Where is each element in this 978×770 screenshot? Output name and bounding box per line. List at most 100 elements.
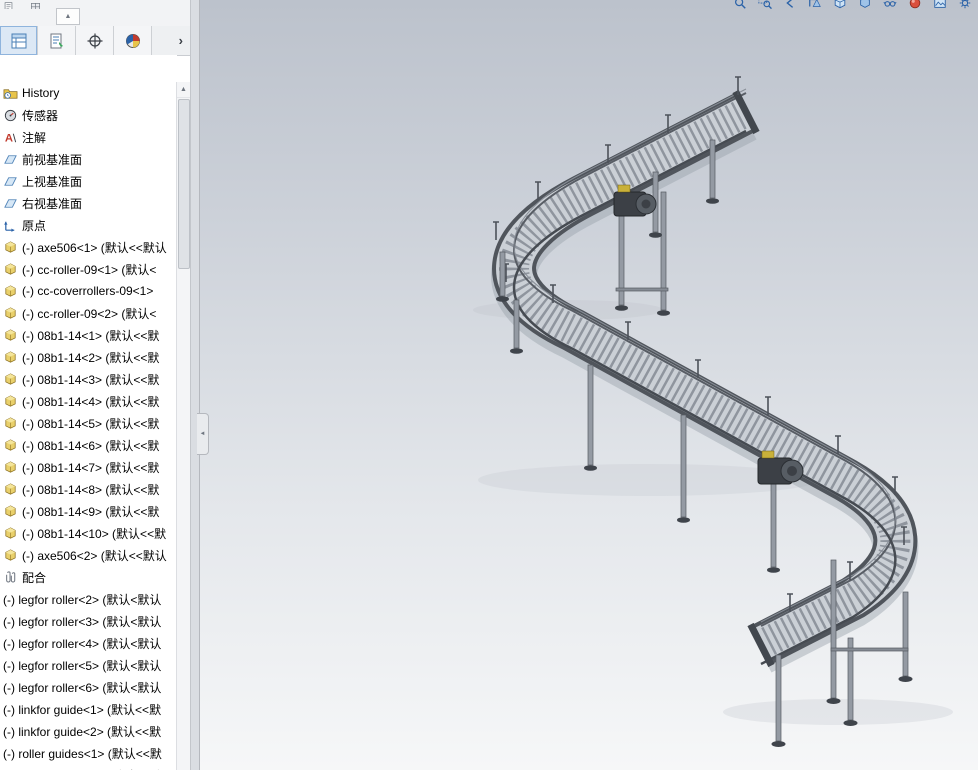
part-icon: [3, 284, 18, 299]
zoom-fit-button[interactable]: [733, 0, 747, 10]
part-icon: [3, 240, 18, 255]
tree-item[interactable]: (-) roller guides<1> (默认<<默: [0, 742, 177, 764]
tree-item-label: 右视基准面: [22, 195, 82, 212]
apply-scene-button[interactable]: [933, 0, 947, 10]
tree-item[interactable]: (-) 08b1-14<4> (默认<<默: [0, 390, 177, 412]
conveyor-model: [198, 0, 978, 770]
displaymanager-tab[interactable]: [114, 26, 152, 55]
graphics-viewport[interactable]: [198, 0, 978, 770]
tree-item[interactable]: 右视基准面: [0, 192, 177, 214]
tree-item[interactable]: (-) linkfor guide<1> (默认<<默: [0, 698, 177, 720]
part-icon: [3, 328, 18, 343]
tree-item[interactable]: (-) legfor roller<6> (默认<默认: [0, 676, 177, 698]
scrollbar-up-button[interactable]: ▲: [177, 82, 190, 98]
tree-item[interactable]: (-) 08b1-14<8> (默认<<默: [0, 478, 177, 500]
edit-appearance-icon: [908, 0, 922, 10]
feature-tree: History传感器A注解前视基准面上视基准面右视基准面原点(-) axe506…: [0, 82, 177, 770]
tree-item-label: (-) linkfor guide<1> (默认<<默: [3, 701, 161, 718]
propertymanager-tab[interactable]: [38, 26, 76, 55]
tree-item[interactable]: (-) 08b1-14<9> (默认<<默: [0, 500, 177, 522]
tree-item[interactable]: (-) 08b1-14<10> (默认<<默: [0, 522, 177, 544]
tree-item[interactable]: History: [0, 82, 177, 104]
tree-item-label: (-) 08b1-14<4> (默认<<默: [22, 393, 159, 410]
panel-tab-bar: ›: [0, 26, 190, 56]
tree-item[interactable]: (-) roller guides<2> (默认<<默: [0, 764, 177, 770]
tree-item-label: (-) legfor roller<2> (默认<默认: [3, 591, 161, 608]
configurationmanager-icon: [86, 32, 104, 50]
tree-item[interactable]: (-) cc-roller-09<2> (默认<: [0, 302, 177, 324]
tree-item-label: 传感器: [22, 107, 58, 124]
tree-item[interactable]: 前视基准面: [0, 148, 177, 170]
tree-item[interactable]: (-) cc-coverrollers-09<1>: [0, 280, 177, 302]
zoom-area-button[interactable]: [758, 0, 772, 10]
tree-item[interactable]: 原点: [0, 214, 177, 236]
part-icon: [3, 548, 18, 563]
tree-item[interactable]: (-) legfor roller<5> (默认<默认: [0, 654, 177, 676]
tree-item[interactable]: (-) 08b1-14<2> (默认<<默: [0, 346, 177, 368]
displaymanager-icon: [124, 32, 142, 50]
tree-item[interactable]: (-) linkfor guide<2> (默认<<默: [0, 720, 177, 742]
panel-collapse-handle[interactable]: ◄: [197, 413, 209, 455]
tree-item[interactable]: (-) legfor roller<2> (默认<默认: [0, 588, 177, 610]
previous-view-button[interactable]: [783, 0, 797, 10]
tree-item[interactable]: A注解: [0, 126, 177, 148]
part-icon: [3, 262, 18, 277]
tree-item-label: (-) 08b1-14<8> (默认<<默: [22, 481, 159, 498]
tree-item[interactable]: (-) axe506<2> (默认<<默认: [0, 544, 177, 566]
tree-item-label: (-) 08b1-14<2> (默认<<默: [22, 349, 159, 366]
edit-appearance-button[interactable]: [908, 0, 922, 10]
tree-item-label: (-) 08b1-14<6> (默认<<默: [22, 437, 159, 454]
tree-item[interactable]: (-) 08b1-14<7> (默认<<默: [0, 456, 177, 478]
tree-item[interactable]: (-) axe506<1> (默认<<默认: [0, 236, 177, 258]
tree-item[interactable]: (-) legfor roller<4> (默认<默认: [0, 632, 177, 654]
grid-icon[interactable]: [30, 0, 41, 9]
part-icon: [3, 350, 18, 365]
configurationmanager-tab[interactable]: [76, 26, 114, 55]
tree-item-label: (-) 08b1-14<3> (默认<<默: [22, 371, 159, 388]
hide-show-items-button[interactable]: [883, 0, 897, 10]
tree-item[interactable]: 传感器: [0, 104, 177, 126]
document-icon[interactable]: [3, 0, 14, 9]
zoom-fit-icon: [733, 0, 747, 10]
solidworks-window: ▲ › History传感器A注解前视基准面上视基准面右视基准面原点(-) ax…: [0, 0, 978, 770]
tree-item[interactable]: 配合: [0, 566, 177, 588]
tree-item[interactable]: (-) 08b1-14<6> (默认<<默: [0, 434, 177, 456]
origin-icon: [3, 218, 18, 233]
tree-item-label: (-) roller guides<1> (默认<<默: [3, 745, 162, 762]
display-style-button[interactable]: [858, 0, 872, 10]
part-icon: [3, 526, 18, 541]
zoom-area-icon: [758, 0, 772, 10]
tree-item[interactable]: 上视基准面: [0, 170, 177, 192]
part-icon: [3, 372, 18, 387]
sensor-icon: [3, 108, 18, 123]
tree-item[interactable]: (-) 08b1-14<5> (默认<<默: [0, 412, 177, 434]
tree-scrollbar[interactable]: ▲: [176, 82, 190, 770]
section-view-button[interactable]: [808, 0, 822, 10]
tree-item[interactable]: (-) legfor roller<3> (默认<默认: [0, 610, 177, 632]
view-settings-icon: [958, 0, 972, 10]
view-toolbar: [733, 0, 972, 10]
tree-item[interactable]: (-) 08b1-14<3> (默认<<默: [0, 368, 177, 390]
tree-item-label: (-) 08b1-14<7> (默认<<默: [22, 459, 159, 476]
panel-header: ▲: [0, 0, 190, 27]
part-icon: [3, 394, 18, 409]
tree-item-label: (-) 08b1-14<5> (默认<<默: [22, 415, 159, 432]
part-icon: [3, 438, 18, 453]
tree-item-label: 前视基准面: [22, 151, 82, 168]
tree-item-label: 配合: [22, 569, 46, 586]
view-settings-button[interactable]: [958, 0, 972, 10]
view-orientation-icon: [833, 0, 847, 10]
featuremanager-tab[interactable]: [0, 26, 38, 55]
part-icon: [3, 482, 18, 497]
view-orientation-button[interactable]: [833, 0, 847, 10]
panel-scroll-up-button[interactable]: ▲: [56, 8, 80, 25]
panel-splitter[interactable]: [190, 0, 200, 770]
tree-item[interactable]: (-) cc-roller-09<1> (默认<: [0, 258, 177, 280]
panel-mini-toolbar: [3, 0, 41, 9]
panel-expand-button[interactable]: ›: [152, 26, 190, 55]
tree-item[interactable]: (-) 08b1-14<1> (默认<<默: [0, 324, 177, 346]
scrollbar-thumb[interactable]: [178, 99, 190, 269]
doc-icon: [3, 0, 14, 9]
tree-item-label: 注解: [22, 129, 46, 146]
tree-item-label: (-) cc-coverrollers-09<1>: [22, 284, 153, 298]
